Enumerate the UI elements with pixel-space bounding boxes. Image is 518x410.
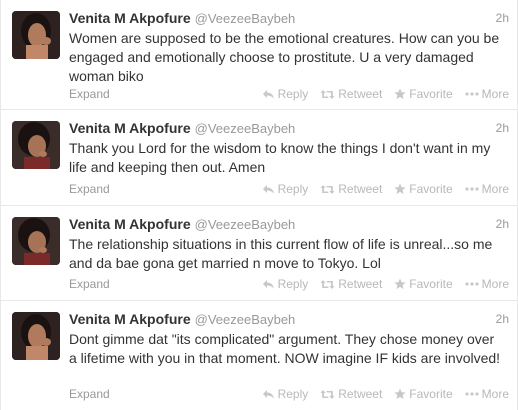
tweet-footer: Expand Reply Retweet Favorite More (69, 87, 509, 103)
tweet-footer: Expand Reply Retweet Favorite More (69, 277, 509, 293)
tweet-header: Venita M Akpofure @VeezeeBaybeh 2h (69, 10, 509, 28)
more-button[interactable]: More (465, 387, 509, 401)
avatar[interactable] (12, 217, 60, 265)
tweet-stream: Venita M Akpofure @VeezeeBaybeh 2h Women … (0, 0, 518, 410)
tweet-actions: Reply Retweet Favorite More (262, 387, 509, 401)
retweet-button[interactable]: Retweet (320, 277, 382, 291)
favorite-label: Favorite (409, 87, 453, 101)
tweet-timestamp[interactable]: 2h (496, 217, 509, 231)
more-label: More (481, 387, 509, 401)
star-icon (394, 183, 406, 194)
tweet-actions: Reply Retweet Favorite More (262, 277, 509, 291)
more-label: More (481, 277, 509, 291)
tweet-text: The relationship situations in this curr… (69, 236, 493, 271)
expand-link[interactable]: Expand (69, 277, 110, 291)
reply-label: Reply (277, 387, 309, 401)
tweet-text: Thank you Lord for the wisdom to know th… (69, 140, 491, 175)
more-button[interactable]: More (465, 277, 509, 291)
author-fullname[interactable]: Venita M Akpofure (69, 216, 191, 232)
reply-arrow-icon (262, 89, 274, 99)
reply-label: Reply (277, 277, 309, 291)
more-button[interactable]: More (465, 182, 509, 196)
tweet-timestamp[interactable]: 2h (496, 312, 509, 326)
tweet-actions: Reply Retweet Favorite More (262, 182, 509, 196)
tweet-item[interactable]: Venita M Akpofure @VeezeeBaybeh 2h The re… (1, 206, 518, 301)
expand-link[interactable]: Expand (69, 87, 110, 101)
retweet-label: Retweet (338, 87, 383, 101)
avatar[interactable] (12, 11, 60, 59)
favorite-button[interactable]: Favorite (394, 182, 453, 196)
tweet-item[interactable]: Venita M Akpofure @VeezeeBaybeh 2h Women … (1, 0, 518, 110)
expand-link[interactable]: Expand (69, 182, 110, 196)
tweet-text: Dont gimme dat "its complicated" argumen… (69, 331, 501, 366)
more-label: More (481, 87, 509, 101)
avatar[interactable] (12, 312, 60, 360)
reply-arrow-icon (262, 279, 274, 289)
author-username[interactable]: @VeezeeBaybeh (195, 121, 296, 136)
retweet-icon (320, 389, 335, 399)
retweet-icon (320, 184, 335, 194)
retweet-icon (320, 279, 335, 289)
favorite-label: Favorite (409, 182, 453, 196)
tweet-text: Women are supposed to be the emotional c… (69, 30, 500, 84)
tweet-timestamp[interactable]: 2h (496, 121, 509, 135)
retweet-label: Retweet (338, 387, 383, 401)
tweet-item[interactable]: Venita M Akpofure @VeezeeBaybeh 2h Dont g… (1, 301, 518, 410)
ellipsis-icon (465, 392, 479, 396)
tweet-footer: Expand Reply Retweet Favorite More (69, 387, 509, 403)
author-fullname[interactable]: Venita M Akpofure (69, 120, 191, 136)
star-icon (394, 278, 406, 289)
tweet-footer: Expand Reply Retweet Favorite More (69, 182, 509, 198)
expand-link[interactable]: Expand (69, 387, 110, 401)
ellipsis-icon (465, 282, 479, 286)
retweet-label: Retweet (338, 277, 383, 291)
tweet-timestamp[interactable]: 2h (496, 11, 509, 25)
favorite-label: Favorite (409, 387, 453, 401)
author-username[interactable]: @VeezeeBaybeh (195, 11, 296, 26)
reply-label: Reply (277, 182, 309, 196)
ellipsis-icon (465, 92, 479, 96)
favorite-button[interactable]: Favorite (394, 277, 453, 291)
more-label: More (481, 182, 509, 196)
favorite-button[interactable]: Favorite (394, 87, 453, 101)
retweet-button[interactable]: Retweet (320, 387, 382, 401)
star-icon (394, 388, 406, 399)
tweet-header: Venita M Akpofure @VeezeeBaybeh 2h (69, 216, 509, 234)
author-fullname[interactable]: Venita M Akpofure (69, 311, 191, 327)
tweet-item[interactable]: Venita M Akpofure @VeezeeBaybeh 2h Thank … (1, 110, 518, 206)
tweet-header: Venita M Akpofure @VeezeeBaybeh 2h (69, 311, 509, 329)
author-fullname[interactable]: Venita M Akpofure (69, 10, 191, 26)
tweet-header: Venita M Akpofure @VeezeeBaybeh 2h (69, 120, 509, 138)
reply-button[interactable]: Reply (262, 277, 309, 291)
reply-button[interactable]: Reply (262, 387, 309, 401)
reply-arrow-icon (262, 389, 274, 399)
more-button[interactable]: More (465, 87, 509, 101)
retweet-icon (320, 89, 335, 99)
author-username[interactable]: @VeezeeBaybeh (195, 312, 296, 327)
favorite-button[interactable]: Favorite (394, 387, 453, 401)
retweet-button[interactable]: Retweet (320, 87, 382, 101)
ellipsis-icon (465, 187, 479, 191)
tweet-actions: Reply Retweet Favorite More (262, 87, 509, 101)
author-username[interactable]: @VeezeeBaybeh (195, 217, 296, 232)
star-icon (394, 88, 406, 99)
favorite-label: Favorite (409, 277, 453, 291)
reply-button[interactable]: Reply (262, 87, 309, 101)
reply-button[interactable]: Reply (262, 182, 309, 196)
avatar[interactable] (12, 121, 60, 169)
reply-label: Reply (277, 87, 309, 101)
reply-arrow-icon (262, 184, 274, 194)
retweet-button[interactable]: Retweet (320, 182, 382, 196)
retweet-label: Retweet (338, 182, 383, 196)
